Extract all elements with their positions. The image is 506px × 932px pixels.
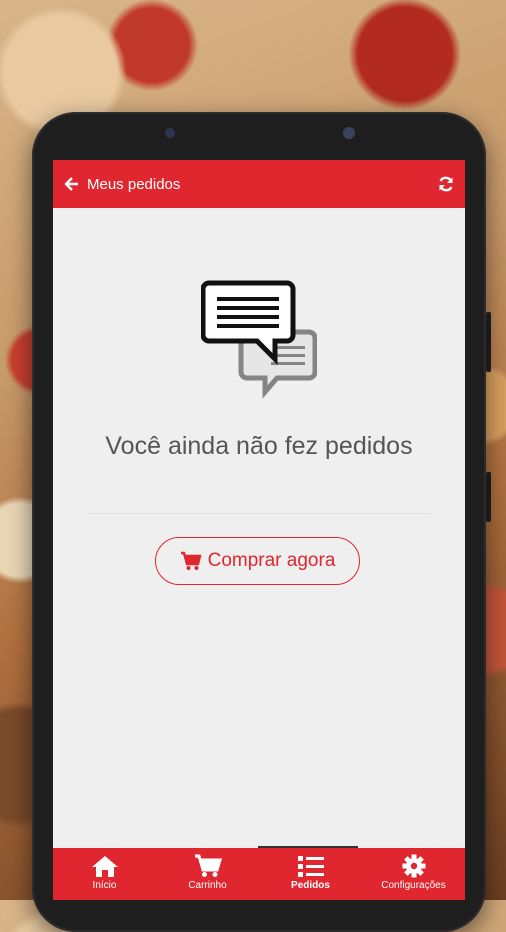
volume-button xyxy=(486,472,491,522)
phone-frame: Meus pedidos Você ainda não fez pedidos … xyxy=(32,112,491,932)
gear-icon xyxy=(400,854,428,878)
divider xyxy=(87,513,431,514)
page-title: Meus pedidos xyxy=(87,175,181,193)
refresh-icon[interactable] xyxy=(437,175,455,193)
nav-item-carrinho[interactable]: Carrinho xyxy=(156,848,259,900)
home-indicator xyxy=(258,846,358,848)
bottom-navigation: Início Carrinho Pedidos Configurações xyxy=(53,846,465,900)
front-sensor xyxy=(165,128,175,138)
nav-label: Carrinho xyxy=(188,880,227,891)
app-screen: Meus pedidos Você ainda não fez pedidos … xyxy=(53,160,465,900)
app-bar: Meus pedidos xyxy=(53,160,465,208)
nav-item-inicio[interactable]: Início xyxy=(53,848,156,900)
nav-item-pedidos[interactable]: Pedidos xyxy=(259,848,362,900)
power-button xyxy=(486,312,491,372)
nav-item-configuracoes[interactable]: Configurações xyxy=(362,848,465,900)
chat-bubbles-icon xyxy=(200,280,318,405)
nav-label: Pedidos xyxy=(291,880,330,891)
buy-now-label: Comprar agora xyxy=(207,550,336,571)
home-icon xyxy=(91,854,119,878)
back-arrow-icon[interactable] xyxy=(63,176,79,192)
cart-icon xyxy=(194,854,222,878)
list-icon xyxy=(297,854,325,878)
cart-icon xyxy=(180,551,202,571)
nav-label: Configurações xyxy=(381,880,446,891)
empty-state-message: Você ainda não fez pedidos xyxy=(105,432,413,460)
buy-now-button[interactable]: Comprar agora xyxy=(155,537,360,585)
main-content: Você ainda não fez pedidos Comprar agora xyxy=(53,208,465,848)
front-camera xyxy=(343,127,355,139)
nav-label: Início xyxy=(92,880,117,891)
